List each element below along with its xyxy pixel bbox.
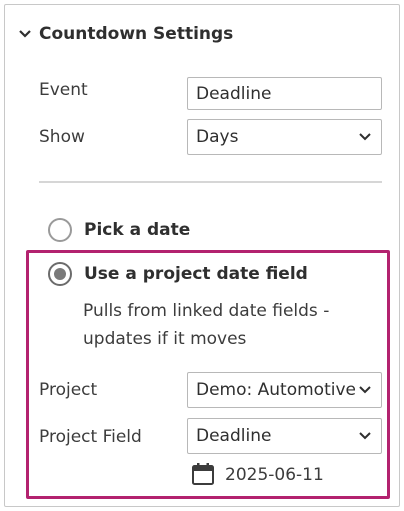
resolved-date: 2025-06-11 xyxy=(191,462,324,488)
pick-date-label: Pick a date xyxy=(84,220,191,240)
project-field-option[interactable]: Use a project date field xyxy=(48,262,308,286)
resolved-date-value: 2025-06-11 xyxy=(225,465,324,485)
chevron-down-icon xyxy=(19,27,33,41)
project-field-radio[interactable] xyxy=(48,262,72,286)
project-field-description: Pulls from linked date fields - updates … xyxy=(83,301,330,349)
pick-date-radio[interactable] xyxy=(48,218,72,242)
project-field-select[interactable]: Deadline xyxy=(187,418,382,454)
pick-date-option[interactable]: Pick a date xyxy=(48,218,190,242)
project-select[interactable]: Demo: Automotive xyxy=(187,372,382,408)
project-field-option-label: Use a project date field xyxy=(84,264,308,284)
chevron-down-icon xyxy=(359,383,373,397)
chevron-down-icon xyxy=(359,429,373,443)
project-label: Project xyxy=(39,380,98,400)
project-field-label: Project Field xyxy=(39,427,142,447)
divider xyxy=(39,181,382,183)
section-header[interactable]: Countdown Settings xyxy=(19,22,233,46)
calendar-icon xyxy=(191,462,217,488)
section-title: Countdown Settings xyxy=(39,24,234,44)
chevron-down-icon xyxy=(359,130,373,144)
project-select-value: Demo: Automotive xyxy=(196,380,355,400)
show-select-value: Days xyxy=(196,127,239,147)
project-field-select-value: Deadline xyxy=(196,426,272,446)
event-input[interactable] xyxy=(187,77,382,110)
show-select[interactable]: Days xyxy=(187,119,382,155)
show-label: Show xyxy=(39,127,85,147)
event-label: Event xyxy=(39,80,88,100)
